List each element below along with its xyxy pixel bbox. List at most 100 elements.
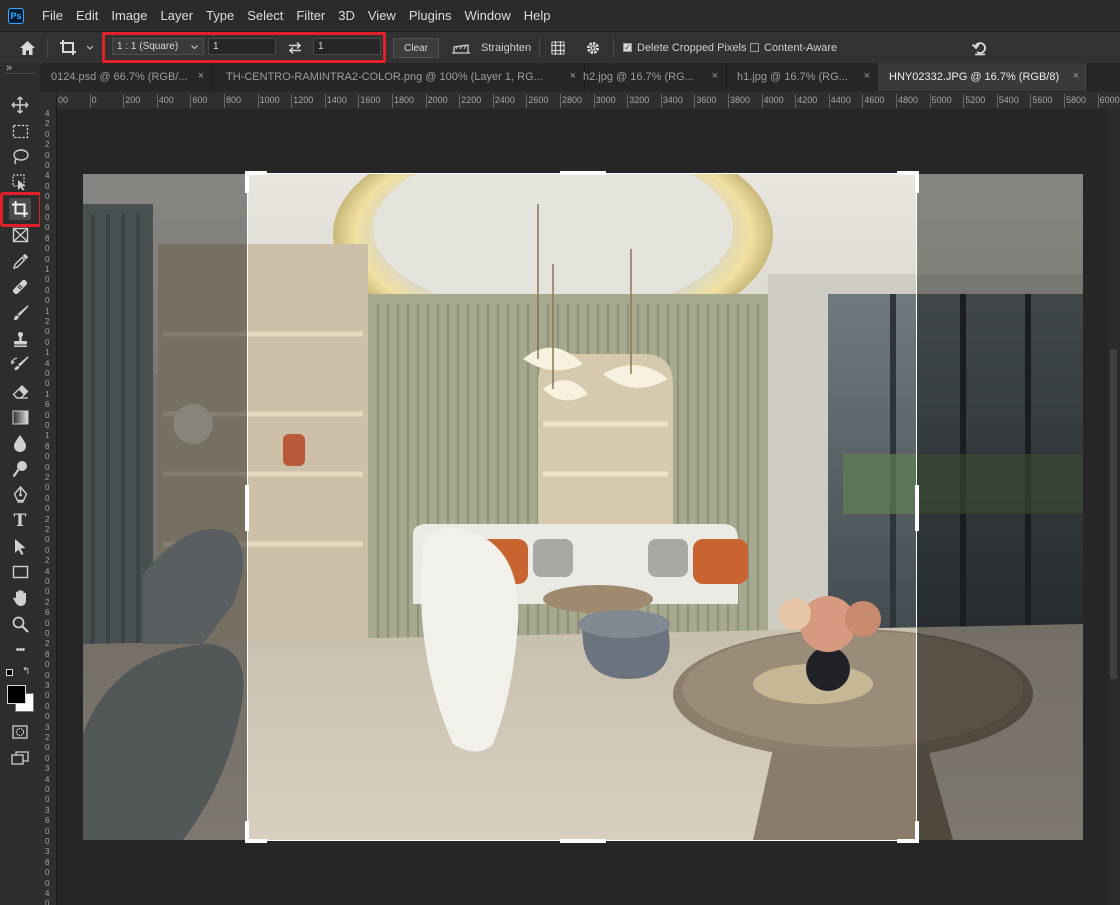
lasso-tool-button[interactable] xyxy=(9,146,31,168)
crop-box[interactable] xyxy=(245,171,919,843)
content-aware-checkbox[interactable]: Content-Aware xyxy=(750,32,837,63)
ruler-tick-label: 1 xyxy=(45,431,50,441)
close-icon[interactable]: × xyxy=(198,70,204,82)
ruler-tick-label: 0 xyxy=(45,577,50,586)
menu-file[interactable]: File xyxy=(36,0,70,31)
foreground-color-swatch[interactable] xyxy=(7,685,26,704)
ruler-tick-label: 1200 xyxy=(293,95,314,105)
ruler-tick xyxy=(492,94,494,108)
crop-handle-left[interactable] xyxy=(245,485,249,531)
crop-handle-bottom[interactable] xyxy=(560,839,606,843)
menu-select[interactable]: Select xyxy=(241,0,290,31)
crop-handle-top[interactable] xyxy=(560,171,606,175)
more-tools-button[interactable]: ••• xyxy=(9,639,31,661)
scrollbar-thumb[interactable] xyxy=(1110,349,1117,679)
path-select-tool-icon xyxy=(15,539,26,555)
ruler-tick-label: 2 xyxy=(45,473,50,482)
menu-help[interactable]: Help xyxy=(518,0,558,31)
menu-window[interactable]: Window xyxy=(458,0,517,31)
crop-handle-top-left[interactable] xyxy=(245,171,249,193)
straighten-button[interactable]: Straighten xyxy=(451,32,531,63)
menu-3d[interactable]: 3D xyxy=(332,0,362,31)
default-colors-button[interactable] xyxy=(6,669,13,676)
crop-tool-preset-picker[interactable] xyxy=(59,32,95,63)
ruler-tick-label: 0 xyxy=(45,785,50,794)
delete-cropped-checkbox[interactable]: ✓ Delete Cropped Pixels xyxy=(623,32,746,63)
menu-image[interactable]: Image xyxy=(105,0,154,31)
ruler-tick-label: 0 xyxy=(45,712,50,722)
ruler-tick xyxy=(156,94,158,108)
zoom-tool-button[interactable] xyxy=(9,613,31,635)
ruler-tick-label: 3400 xyxy=(662,95,683,105)
clone-stamp-tool-button[interactable] xyxy=(9,328,31,350)
crop-settings-button[interactable] xyxy=(585,32,601,63)
tab-th-centro[interactable]: TH-CENTRO-RAMINTRA2-COLOR.png @ 100% (La… xyxy=(215,63,585,91)
crop-handle-bottom-right[interactable] xyxy=(915,821,919,843)
move-tool-button[interactable] xyxy=(9,94,31,116)
menu-type[interactable]: Type xyxy=(200,0,241,31)
object-select-tool-button[interactable] xyxy=(9,171,31,193)
ruler-tick-label: 0 xyxy=(45,161,50,170)
overlay-options-button[interactable] xyxy=(550,32,566,63)
hand-tool-icon xyxy=(12,590,26,606)
pen-tool-button[interactable] xyxy=(9,484,31,506)
history-brush-tool-icon xyxy=(11,356,29,371)
ruler-tick xyxy=(862,94,864,108)
tab-h2-jpg[interactable]: h2.jpg @ 16.7% (RG... × xyxy=(572,63,727,91)
eraser-tool-icon xyxy=(12,384,28,399)
divider xyxy=(539,38,540,58)
healing-brush-tool-button[interactable] xyxy=(9,276,31,298)
dodge-tool-button[interactable] xyxy=(9,458,31,480)
close-icon[interactable]: × xyxy=(864,70,870,82)
hand-tool-button[interactable] xyxy=(9,587,31,609)
ruler-tick xyxy=(1064,94,1065,108)
swap-colors-icon[interactable]: ↰ xyxy=(22,666,30,677)
ruler-tick-label: 4800 xyxy=(898,95,919,105)
straighten-icon xyxy=(452,43,470,54)
ruler-tick-label: 0 xyxy=(45,545,50,555)
ruler-tick xyxy=(1030,94,1032,108)
tab-h1-jpg[interactable]: h1.jpg @ 16.7% (RG... × xyxy=(726,63,879,91)
menu-view[interactable]: View xyxy=(362,0,403,31)
ruler-tick xyxy=(828,94,830,108)
frame-tool-button[interactable] xyxy=(9,224,31,246)
ruler-tick-label: 2800 xyxy=(562,95,583,105)
ruler-tick xyxy=(190,94,192,108)
quick-mask-button[interactable] xyxy=(9,721,31,743)
vertical-scrollbar[interactable] xyxy=(1107,109,1120,905)
tab-hny02332-jpg[interactable]: HNY02332.JPG @ 16.7% (RGB/8) × xyxy=(878,63,1088,91)
menu-edit[interactable]: Edit xyxy=(70,0,105,31)
ruler-tick xyxy=(123,94,125,108)
reset-crop-button[interactable] xyxy=(971,32,989,63)
path-select-tool-button[interactable] xyxy=(9,536,31,558)
eraser-tool-button[interactable] xyxy=(9,380,31,402)
close-icon[interactable]: × xyxy=(1073,70,1079,82)
gradient-tool-icon xyxy=(12,410,28,424)
eyedropper-tool-button[interactable] xyxy=(9,250,31,272)
ruler-tick-label: 0 xyxy=(45,129,50,139)
tab-label: TH-CENTRO-RAMINTRA2-COLOR.png @ 100% (La… xyxy=(226,71,543,83)
clear-button[interactable]: Clear xyxy=(393,38,439,58)
menu-plugins[interactable]: Plugins xyxy=(403,0,459,31)
marquee-tool-button[interactable] xyxy=(9,120,31,142)
home-button[interactable] xyxy=(19,32,36,63)
tab-0124-psd[interactable]: 0124.psd @ 66.7% (RGB/... × xyxy=(40,63,213,91)
rectangle-tool-button[interactable] xyxy=(9,561,31,583)
ruler-tick-label: 2600 xyxy=(528,95,549,105)
menu-filter[interactable]: Filter xyxy=(290,0,332,31)
crop-handle-right[interactable] xyxy=(915,485,919,531)
ruler-tick xyxy=(526,94,528,108)
history-brush-tool-button[interactable] xyxy=(9,354,31,376)
type-tool-button[interactable]: T xyxy=(9,510,31,532)
close-icon[interactable]: × xyxy=(712,70,718,82)
menu-layer[interactable]: Layer xyxy=(155,0,201,31)
crop-tool-button[interactable] xyxy=(9,198,31,220)
screen-mode-button[interactable] xyxy=(9,747,31,769)
ruler-tick-label: 2 xyxy=(45,733,50,742)
gradient-tool-button[interactable] xyxy=(9,406,31,428)
ruler-tick-label: 4 xyxy=(45,566,50,576)
blur-tool-button[interactable] xyxy=(9,432,31,454)
brush-tool-button[interactable] xyxy=(9,302,31,324)
crop-handle-bottom-left[interactable] xyxy=(245,821,249,843)
crop-handle-top-right[interactable] xyxy=(915,171,919,193)
